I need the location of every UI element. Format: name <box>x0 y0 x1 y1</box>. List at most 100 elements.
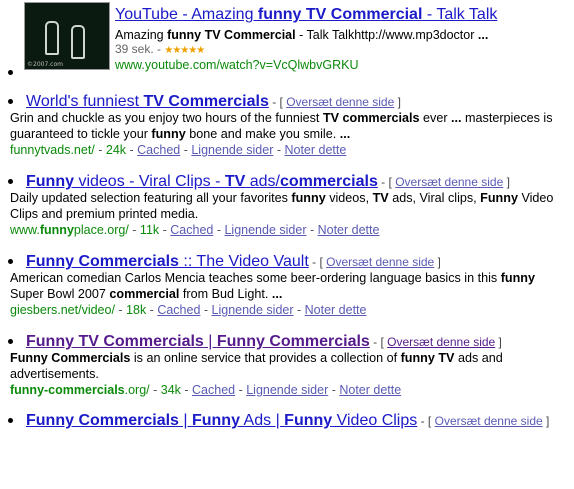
search-result: Funny videos - Viral Clips - TV ads/comm… <box>0 172 574 250</box>
thumbnail-figure <box>45 21 59 55</box>
title-fragment: videos - Viral Clips - <box>74 173 225 190</box>
video-thumbnail[interactable]: ©2007.com <box>24 2 110 70</box>
bullet-icon <box>8 339 13 344</box>
similar-pages-link[interactable]: Lignende sider <box>246 383 328 397</box>
thumbnail-tag: ©2007.com <box>27 61 63 68</box>
url-fragment: www. <box>10 223 40 237</box>
translate-bracket-close: ] <box>394 95 401 109</box>
note-this-link[interactable]: Noter dette <box>318 223 380 237</box>
separator: - <box>114 303 127 317</box>
translate-bracket-open: - [ <box>308 255 327 269</box>
translate-link[interactable]: Oversæt denne side <box>387 335 495 349</box>
bullet-icon <box>8 179 13 184</box>
video-result-description: Amazing funny TV Commercial - Talk Talkh… <box>115 28 489 42</box>
snippet-fragment: Super Bowl 2007 <box>10 287 110 301</box>
search-result: Funny TV Commercials | Funny Commercials… <box>0 332 574 410</box>
bullet-icon <box>8 99 13 104</box>
similar-pages-link[interactable]: Lignende sider <box>191 143 273 157</box>
title-fragment: Funny TV Commercials <box>26 333 204 350</box>
separator: - <box>273 143 285 157</box>
cached-link[interactable]: Cached <box>192 383 235 397</box>
translate-link[interactable]: Oversæt denne side <box>435 414 543 428</box>
url-fragment: place.org/ <box>73 223 129 237</box>
result-snippet: American comedian Carlos Mencia teaches … <box>10 270 570 302</box>
url-fragment: funny-commercials <box>10 383 125 397</box>
translate-group: - [ Oversæt denne side ] <box>417 414 550 428</box>
result-size: 11k <box>139 223 160 237</box>
title-fragment: World's funniest <box>26 93 144 110</box>
result-title: Funny TV Commercials | Funny Commercials… <box>26 332 502 352</box>
snippet-fragment: funny <box>291 191 326 205</box>
result-title-link[interactable]: World's funniest TV Commercials <box>26 93 269 110</box>
translate-bracket-open: - [ <box>417 414 435 428</box>
video-result-link[interactable]: YouTube - Amazing funny TV Commercial - … <box>115 6 497 23</box>
snippet-fragment: bone and make you smile. <box>185 127 340 141</box>
snippet-fragment: videos, <box>325 191 373 205</box>
result-url: funny-commercials.org/ <box>10 383 150 397</box>
cached-link[interactable]: Cached <box>137 143 180 157</box>
title-fragment: commercials <box>280 173 378 190</box>
title-fragment: Funny Commercials <box>26 412 179 429</box>
result-title-link[interactable]: Funny Commercials | Funny Ads | Funny Vi… <box>26 412 417 429</box>
result-title: Funny videos - Viral Clips - TV ads/comm… <box>26 172 510 192</box>
separator: - <box>149 383 161 397</box>
bullet-icon <box>8 70 13 75</box>
title-fragment: TV Commercials <box>143 93 269 110</box>
thumbnail-figure <box>71 25 85 59</box>
separator: - <box>213 223 225 237</box>
result-meta: funny-commercials.org/ - 34k - Cached - … <box>10 382 401 398</box>
title-fragment: Funny <box>26 173 74 190</box>
title-fragment: Funny Commercials <box>26 253 179 270</box>
result-url: www.funnyplace.org/ <box>10 223 129 237</box>
cached-link[interactable]: Cached <box>157 303 200 317</box>
translate-bracket-close: ] <box>495 335 502 349</box>
title-fragment: Funny <box>284 412 333 429</box>
note-this-link[interactable]: Noter dette <box>339 383 401 397</box>
search-result: Funny Commercials | Funny Ads | Funny Vi… <box>0 411 574 489</box>
title-fragment: ads/ <box>245 173 280 190</box>
translate-link[interactable]: Oversæt denne side <box>395 175 503 189</box>
translate-link[interactable]: Oversæt denne side <box>286 95 394 109</box>
result-size: 24k <box>105 143 127 157</box>
translate-group: - [ Oversæt denne side ] <box>370 335 502 349</box>
result-title-link[interactable]: Funny videos - Viral Clips - TV ads/comm… <box>26 173 378 190</box>
url-fragment: .org/ <box>124 383 150 397</box>
url-fragment: giesbers.net/video/ <box>10 303 115 317</box>
url-fragment: funny <box>39 223 74 237</box>
cached-link[interactable]: Cached <box>170 223 213 237</box>
result-size: 34k <box>160 383 181 397</box>
translate-group: - [ Oversæt denne side ] <box>269 95 401 109</box>
result-url: funnytvads.net/ <box>10 143 95 157</box>
result-title-link[interactable]: Funny Commercials :: The Video Vault <box>26 253 309 270</box>
translate-group: - [ Oversæt denne side ] <box>309 255 441 269</box>
separator: - <box>200 303 212 317</box>
note-this-link[interactable]: Noter dette <box>284 143 346 157</box>
translate-link[interactable]: Oversæt denne side <box>326 255 434 269</box>
result-snippet: Daily updated selection featuring all yo… <box>10 190 570 222</box>
similar-pages-link[interactable]: Lignende sider <box>224 223 306 237</box>
title-fragment: Funny <box>191 412 240 429</box>
video-result-url: www.youtube.com/watch?v=VcQlwbvGRKU <box>115 58 359 72</box>
snippet-fragment: American comedian Carlos Mencia teaches … <box>10 271 501 285</box>
snippet-fragment: Daily updated selection featuring all yo… <box>10 191 292 205</box>
result-title-link[interactable]: Funny TV Commercials | Funny Commercials <box>26 333 370 350</box>
title-fragment: Video Clips <box>332 412 418 429</box>
video-result-title[interactable]: YouTube - Amazing funny TV Commercial - … <box>115 6 497 24</box>
snippet-fragment: funny <box>151 127 186 141</box>
note-this-link[interactable]: Noter dette <box>305 303 367 317</box>
snippet-fragment: Funny <box>480 191 518 205</box>
translate-bracket-close: ] <box>503 175 510 189</box>
result-meta: www.funnyplace.org/ - 11k - Cached - Lig… <box>10 222 379 238</box>
title-fragment: | <box>203 333 217 350</box>
snippet-fragment: ... <box>451 111 462 125</box>
similar-pages-link[interactable]: Lignende sider <box>212 303 294 317</box>
search-result: Funny Commercials :: The Video Vault - [… <box>0 252 574 330</box>
result-meta: giesbers.net/video/ - 18k - Cached - Lig… <box>10 302 366 318</box>
separator: - <box>146 303 158 317</box>
snippet-fragment: TV <box>372 191 389 205</box>
title-fragment: Funny Commercials <box>216 333 370 350</box>
translate-group: - [ Oversæt denne side ] <box>378 175 510 189</box>
result-title: Funny Commercials | Funny Ads | Funny Vi… <box>26 411 549 431</box>
video-result: ©2007.com YouTube - Amazing funny TV Com… <box>0 0 574 82</box>
separator: - <box>180 383 193 397</box>
